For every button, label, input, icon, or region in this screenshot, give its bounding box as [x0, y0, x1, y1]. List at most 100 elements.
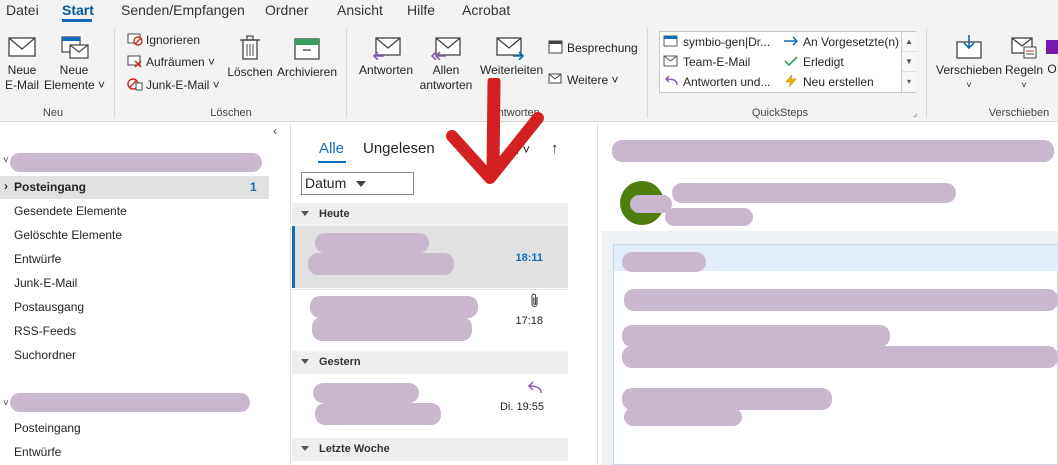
reply-button[interactable]: Antworten: [357, 34, 415, 78]
filter-unread[interactable]: Ungelesen: [363, 140, 435, 157]
group-label-loeschen: Löschen: [210, 107, 252, 119]
trash-icon: [240, 35, 260, 60]
expand-arrow-icon[interactable]: ›: [4, 179, 8, 193]
list-scrollbar[interactable]: [568, 123, 597, 465]
tab-datei[interactable]: Datei: [6, 2, 39, 18]
message-time: 17:18: [515, 315, 543, 327]
group-separator: [647, 28, 648, 118]
redacted-body-line: [624, 289, 1058, 311]
new-email-button[interactable]: Neue E-Mail: [3, 34, 41, 93]
tab-acrobat[interactable]: Acrobat: [462, 2, 510, 18]
folder-suchordner[interactable]: Suchordner: [14, 348, 76, 362]
sort-dropdown[interactable]: Datum: [301, 172, 414, 195]
group-separator: [926, 28, 927, 118]
envelope-icon: [8, 37, 36, 57]
redacted-body-line: [622, 346, 1058, 368]
reply-arrow-icon: [664, 75, 678, 86]
redacted-recipient: [665, 208, 753, 226]
rules-icon: [1011, 37, 1037, 59]
tab-ansicht[interactable]: Ansicht: [337, 2, 383, 18]
folder-entwuerfe[interactable]: Entwürfe: [14, 252, 61, 266]
quickstep-done[interactable]: Erledigt: [783, 55, 844, 69]
tab-hilfe[interactable]: Hilfe: [407, 2, 435, 18]
cleanup-icon: [127, 55, 142, 68]
onenote-icon: [1046, 40, 1058, 54]
calendar-icon: [548, 40, 563, 54]
redacted-sender-name: [672, 183, 956, 203]
new-items-button[interactable]: Neue Elemente ˅: [44, 34, 105, 93]
checkmark-icon: [784, 56, 798, 67]
quickstep-to-manager[interactable]: An Vorgesetzte(n): [783, 35, 899, 49]
collapse-pane-icon[interactable]: ‹: [273, 124, 277, 138]
folder-rss-feeds[interactable]: RSS-Feeds: [14, 324, 76, 338]
folder-entwuerfe-2[interactable]: Entwürfe: [14, 445, 61, 459]
redacted-subject: [315, 403, 441, 425]
folder-postausgang[interactable]: Postausgang: [14, 300, 84, 314]
unread-count-badge: 1: [250, 180, 257, 194]
redacted-sender: [630, 195, 672, 213]
dropdown-arrow-icon: [356, 181, 366, 187]
redacted-sender: [315, 233, 429, 253]
forward-button[interactable]: Weiterleiten: [480, 34, 543, 78]
chevron-down-icon: ˅: [1021, 80, 1027, 90]
reply-icon: [372, 37, 401, 60]
scroll-up-icon[interactable]: ▲: [902, 32, 916, 52]
chevron-down-icon: [301, 211, 309, 216]
message-time: Di. 19:55: [499, 401, 544, 413]
ignore-button[interactable]: Ignorieren: [127, 31, 200, 49]
group-header-yesterday[interactable]: Gestern: [292, 351, 568, 374]
cleanup-button[interactable]: Aufräumen ˅: [127, 53, 215, 71]
chevron-down-icon: ˅: [966, 80, 972, 90]
tab-ordner[interactable]: Ordner: [265, 2, 309, 18]
ribbon-expand-icon[interactable]: ⌟: [913, 108, 917, 119]
quickstep-reply-delete[interactable]: Antworten und...: [663, 75, 770, 89]
chevron-down-icon: [301, 359, 309, 364]
more-respond-button[interactable]: Weitere ˅: [548, 71, 618, 89]
archive-button[interactable]: Archivieren: [276, 34, 338, 80]
envelope-icon: [663, 55, 678, 67]
expand-gallery-icon[interactable]: ▾: [902, 72, 916, 92]
delete-button[interactable]: Löschen: [226, 34, 274, 80]
tab-senden-empfangen[interactable]: Senden/Empfangen: [121, 2, 245, 18]
lightning-icon: [785, 75, 797, 87]
onenote-button[interactable]: O: [1046, 34, 1058, 77]
scroll-down-icon[interactable]: ▼: [902, 52, 916, 72]
group-header-today[interactable]: Heute: [292, 203, 568, 226]
folder-gesendete-elemente[interactable]: Gesendete Elemente: [14, 204, 127, 218]
chevron-down-icon: [301, 446, 309, 451]
attachment-icon: [531, 293, 538, 308]
ignore-icon: [127, 33, 143, 46]
quicksteps-scroll[interactable]: ▲ ▼ ▾: [901, 32, 916, 92]
folder-junk-email[interactable]: Junk-E-Mail: [14, 276, 77, 290]
junk-icon: [127, 78, 143, 91]
folder-posteingang[interactable]: Posteingang: [14, 180, 86, 194]
quickstep-create-new[interactable]: Neu erstellen: [783, 75, 874, 89]
move-button[interactable]: Verschieben ˅: [936, 34, 1002, 93]
meeting-button[interactable]: Besprechung: [548, 39, 638, 57]
rules-button[interactable]: Regeln ˅: [1004, 34, 1044, 93]
account1-chevron-icon[interactable]: ˅: [3, 155, 9, 166]
quickstep-team-email[interactable]: Team-E-Mail: [663, 55, 750, 69]
junk-email-button[interactable]: Junk-E-Mail ˅: [127, 76, 220, 94]
redacted-subject: [612, 140, 1054, 162]
redacted-subject: [312, 317, 472, 341]
folder-geloeschte-elemente[interactable]: Gelöschte Elemente: [14, 228, 122, 242]
calendar-envelope-icon: [61, 36, 89, 59]
group-header-last-week[interactable]: Letzte Woche: [292, 438, 568, 461]
filter-all[interactable]: Alle: [319, 140, 344, 157]
group-label-quicksteps: QuickSteps: [751, 107, 809, 119]
list-divider: [292, 289, 568, 290]
menu-bar: Datei Start Senden/Empfangen Ordner Ansi…: [0, 0, 1058, 22]
account2-chevron-icon[interactable]: ˅: [3, 398, 9, 409]
sort-direction-icon[interactable]: ↑: [551, 140, 559, 157]
arrow-right-icon: [784, 36, 799, 46]
forward-icon: [496, 37, 525, 60]
replied-icon: [527, 381, 542, 394]
quickstep-symbio[interactable]: symbio-gen|Dr...: [663, 35, 770, 49]
group-label-verschieben: Verschieben: [988, 107, 1050, 119]
message-time: 18:11: [515, 252, 543, 264]
group-separator: [346, 28, 347, 118]
tab-start[interactable]: Start: [62, 2, 94, 18]
folder-posteingang-2[interactable]: Posteingang: [14, 421, 81, 435]
group-label-neu: Neu: [42, 107, 64, 119]
